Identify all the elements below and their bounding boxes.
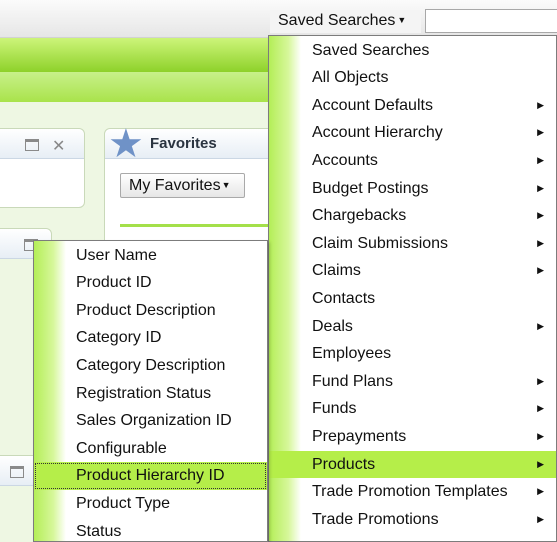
- menu-item-account-hierarchy[interactable]: Account Hierarchy ▶: [269, 119, 556, 147]
- my-favorites-value: My Favorites: [129, 177, 221, 194]
- menu-item-fund-plans[interactable]: Fund Plans ▶: [269, 368, 556, 396]
- menu-item-label: Contacts: [312, 289, 376, 307]
- submenu-item-label: Category Description: [76, 356, 226, 374]
- menu-item-label: Claims: [312, 262, 361, 280]
- chevron-right-icon: ▶: [537, 403, 544, 414]
- chevron-right-icon: ▶: [537, 265, 544, 276]
- submenu-item-label: Sales Organization ID: [76, 412, 232, 430]
- products-submenu: User Name Product ID Product Description Ca…: [33, 240, 268, 542]
- menu-item-products[interactable]: Products ▶: [269, 450, 556, 478]
- my-favorites-dropdown[interactable]: My Favorites▼: [120, 173, 245, 198]
- menu-item-claim-submissions[interactable]: Claim Submissions ▶: [269, 230, 556, 258]
- menu-item-deals[interactable]: Deals ▶: [269, 313, 556, 341]
- menu-item-budget-postings[interactable]: Budget Postings ▶: [269, 175, 556, 203]
- chevron-right-icon: ▶: [537, 210, 544, 221]
- saved-searches-label: Saved Searches: [278, 12, 396, 29]
- submenu-item-status[interactable]: Status: [34, 518, 267, 542]
- menu-item-label: Claim Submissions: [312, 234, 449, 252]
- menu-item-chargebacks[interactable]: Chargebacks ▶: [269, 202, 556, 230]
- menu-item-account-defaults[interactable]: Account Defaults ▶: [269, 92, 556, 120]
- menu-item-label: Fund Plans: [312, 372, 393, 390]
- close-icon[interactable]: ✕: [52, 136, 65, 156]
- menu-item-trade-promotions[interactable]: Trade Promotions ▶: [269, 506, 556, 534]
- chevron-down-icon: ▼: [221, 180, 231, 190]
- chevron-right-icon: ▶: [537, 237, 544, 248]
- menu-item-accounts[interactable]: Accounts ▶: [269, 147, 556, 175]
- submenu-item-label: Configurable: [76, 439, 167, 457]
- chevron-right-icon: ▶: [537, 320, 544, 331]
- left-panel: [0, 128, 85, 208]
- submenu-item-label: Product Description: [76, 301, 216, 319]
- menu-item-all-objects[interactable]: All Objects: [269, 64, 556, 92]
- submenu-item-label: Product Hierarchy ID: [76, 467, 225, 485]
- menu-item-employees[interactable]: Employees: [269, 340, 556, 368]
- submenu-item-user-name[interactable]: User Name: [34, 242, 267, 270]
- divider: [120, 224, 270, 227]
- menu-item-label: Budget Postings: [312, 179, 429, 197]
- menu-item-label: Account Hierarchy: [312, 124, 443, 142]
- chevron-right-icon: ▶: [537, 154, 544, 165]
- menu-item-label: Funds: [312, 400, 357, 418]
- menu-item-contacts[interactable]: Contacts: [269, 285, 556, 313]
- submenu-item-product-id[interactable]: Product ID: [34, 269, 267, 297]
- chevron-right-icon: ▶: [537, 375, 544, 386]
- chevron-right-icon: ▶: [537, 430, 544, 441]
- submenu-item-configurable[interactable]: Configurable: [34, 435, 267, 463]
- menu-item-label: All Objects: [312, 69, 389, 87]
- menu-item-label: Products: [312, 455, 376, 473]
- menu-item-claims[interactable]: Claims ▶: [269, 257, 556, 285]
- submenu-item-category-id[interactable]: Category ID: [34, 324, 267, 352]
- menu-item-label: Accounts: [312, 151, 378, 169]
- top-toolbar: Saved Searches ▼: [0, 0, 557, 38]
- maximize-icon[interactable]: [25, 139, 39, 151]
- menu-item-prepayments[interactable]: Prepayments ▶: [269, 423, 556, 451]
- favorites-title: Favorites: [150, 135, 217, 152]
- menu-item-saved-searches[interactable]: Saved Searches: [269, 37, 556, 65]
- submenu-item-label: Product ID: [76, 274, 152, 292]
- submenu-item-category-description[interactable]: Category Description: [34, 352, 267, 380]
- submenu-item-label: Status: [76, 522, 122, 540]
- left-panel-header: [0, 129, 84, 159]
- menu-item-label: Employees: [312, 345, 392, 363]
- menu-item-funds[interactable]: Funds ▶: [269, 395, 556, 423]
- submenu-item-product-hierarchy-id[interactable]: Product Hierarchy ID: [34, 462, 267, 490]
- chevron-down-icon: ▼: [397, 15, 407, 25]
- submenu-item-sales-organization-id[interactable]: Sales Organization ID: [34, 407, 267, 435]
- submenu-item-label: Product Type: [76, 494, 170, 512]
- chevron-right-icon: ▶: [537, 127, 544, 138]
- search-input[interactable]: [425, 9, 557, 33]
- saved-searches-button[interactable]: Saved Searches ▼: [270, 10, 421, 33]
- menu-item-label: Chargebacks: [312, 207, 407, 225]
- menu-item-trade-promotion-templates[interactable]: Trade Promotion Templates ▶: [269, 478, 556, 506]
- maximize-icon[interactable]: [10, 466, 24, 478]
- menu-item-label: Trade Promotion Templates: [312, 483, 508, 501]
- chevron-right-icon: ▶: [537, 486, 544, 497]
- submenu-item-registration-status[interactable]: Registration Status: [34, 380, 267, 408]
- submenu-item-label: User Name: [76, 246, 157, 264]
- saved-searches-menu: Saved Searches All Objects Account Default…: [268, 35, 557, 542]
- menu-item-label: Prepayments: [312, 427, 407, 445]
- chevron-right-icon: ▶: [537, 99, 544, 110]
- submenu-item-label: Category ID: [76, 329, 162, 347]
- submenu-item-product-description[interactable]: Product Description: [34, 297, 267, 325]
- submenu-item-product-type[interactable]: Product Type: [34, 490, 267, 518]
- menu-item-label: Deals: [312, 317, 353, 335]
- menu-item-label: Account Defaults: [312, 96, 433, 114]
- chevron-right-icon: ▶: [537, 513, 544, 524]
- menu-item-label: Trade Promotions: [312, 510, 439, 528]
- menu-item-label: Saved Searches: [312, 41, 430, 59]
- star-icon: ★: [108, 122, 144, 166]
- chevron-right-icon: ▶: [537, 182, 544, 193]
- chevron-right-icon: ▶: [537, 458, 544, 469]
- submenu-item-label: Registration Status: [76, 384, 212, 402]
